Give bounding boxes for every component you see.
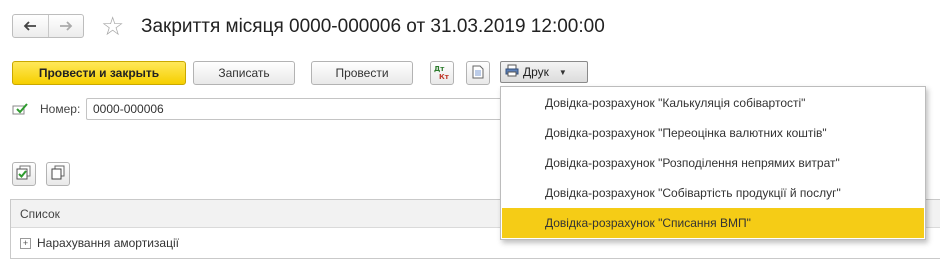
arrow-right-icon xyxy=(59,18,73,34)
forward-button[interactable] xyxy=(47,15,84,37)
navigation-buttons xyxy=(12,14,84,38)
expand-plus-icon[interactable]: + xyxy=(20,238,31,249)
write-button[interactable]: Записать xyxy=(193,61,295,85)
check-all-icon xyxy=(16,165,32,184)
number-label: Номер: xyxy=(40,102,81,116)
post-button[interactable]: Провести xyxy=(311,61,413,85)
printer-icon xyxy=(505,64,519,80)
menu-item-revaluation[interactable]: Довідка-розрахунок "Переоцінка валютних … xyxy=(502,118,924,148)
menu-item-vmp-writeoff[interactable]: Довідка-розрахунок "Списання ВМП" xyxy=(502,208,924,238)
dropdown-arrow-icon: ▼ xyxy=(558,67,567,77)
menu-item-production-cost[interactable]: Довідка-розрахунок "Собівартість продукц… xyxy=(502,178,924,208)
document-icon xyxy=(472,65,484,82)
print-dropdown-button[interactable]: Друк ▼ xyxy=(500,61,588,83)
check-document-icon xyxy=(12,103,28,118)
arrow-left-icon xyxy=(23,18,37,34)
page-title: Закриття місяця 0000-000006 от 31.03.201… xyxy=(141,16,605,37)
copy-button[interactable] xyxy=(46,162,70,186)
print-label: Друк xyxy=(523,65,549,79)
print-menu: Довідка-розрахунок "Калькуляція собіварт… xyxy=(500,86,926,240)
menu-item-indirect-costs[interactable]: Довідка-розрахунок "Розподілення непрями… xyxy=(502,148,924,178)
table-row-label: Нарахування амортизації xyxy=(37,236,179,250)
table-row[interactable]: + Нарахування амортизації xyxy=(20,236,179,250)
document-button[interactable] xyxy=(466,61,490,85)
post-and-close-button[interactable]: Провести и закрыть xyxy=(12,61,186,85)
back-button[interactable] xyxy=(13,15,48,37)
svg-text:Дт: Дт xyxy=(434,65,445,73)
favorite-star-icon[interactable]: ☆ xyxy=(101,11,124,41)
table-header-label: Список xyxy=(20,207,60,221)
check-all-button[interactable] xyxy=(12,162,36,186)
menu-item-calculation[interactable]: Довідка-розрахунок "Калькуляція собіварт… xyxy=(502,88,924,118)
dt-kt-button[interactable]: Дт Кт xyxy=(430,61,454,85)
dt-kt-icon: Дт Кт xyxy=(433,64,451,83)
number-field[interactable]: 0000-000006 xyxy=(86,98,506,120)
svg-text:Кт: Кт xyxy=(439,73,450,80)
copy-icon xyxy=(50,165,66,184)
